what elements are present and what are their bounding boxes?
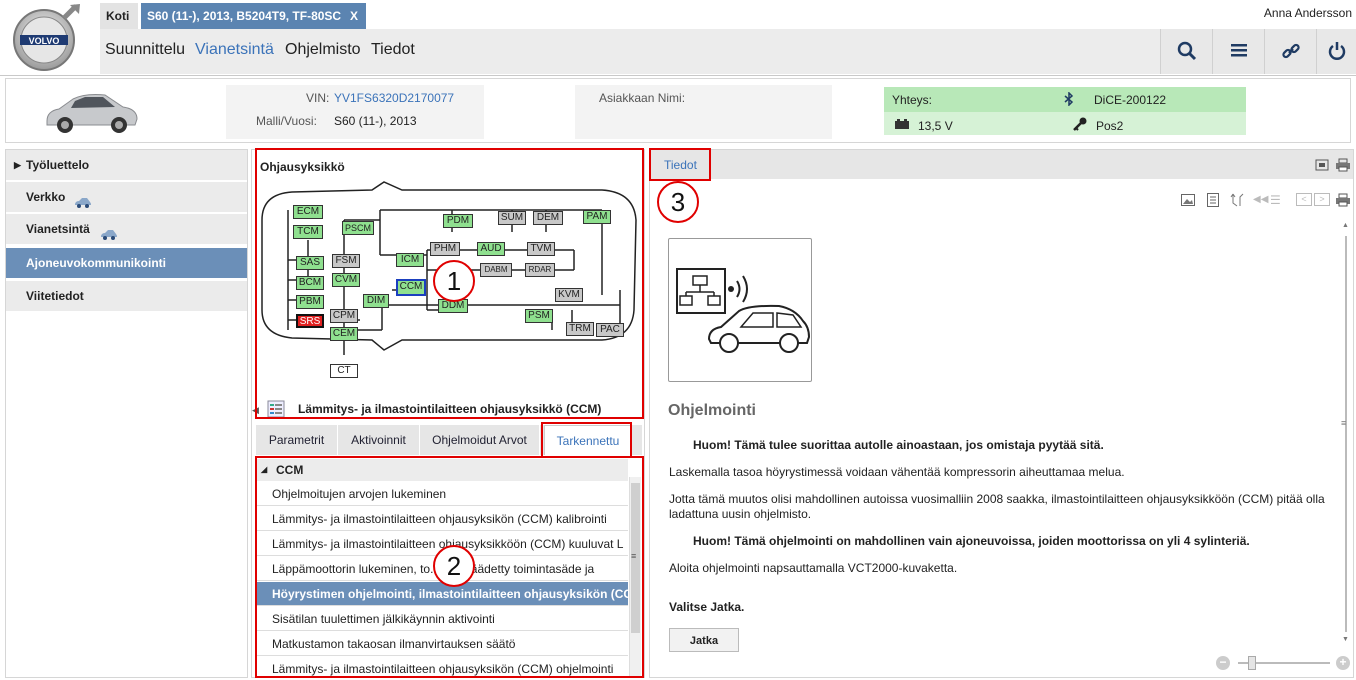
vin-value[interactable]: YV1FS6320D2170077 xyxy=(334,91,454,105)
connection-device: DiCE-200122 xyxy=(1094,93,1167,107)
nav-label: Viitetiedot xyxy=(26,289,84,303)
screenshot-icon[interactable] xyxy=(1315,158,1329,174)
car-image xyxy=(41,89,141,135)
power-icon xyxy=(1328,42,1346,60)
key-icon xyxy=(1072,117,1088,134)
list-icon xyxy=(1231,44,1247,57)
info-scrollbar-track[interactable] xyxy=(1345,236,1347,632)
nav-verkko[interactable]: Verkko xyxy=(6,182,247,213)
connection-box: Yhteys: DiCE-200122 13,5 V Pos2 xyxy=(884,87,1246,135)
battery-icon xyxy=(894,118,910,133)
menu-tiedot[interactable]: Tiedot xyxy=(371,41,415,59)
first-page-icon[interactable]: ◀◀ xyxy=(1253,194,1268,205)
caret-right-icon: ▶ xyxy=(14,160,21,170)
nav-viitetiedot[interactable]: Viitetiedot xyxy=(6,281,247,312)
expand-icon[interactable] xyxy=(1230,193,1244,210)
print-doc-icon[interactable] xyxy=(1335,193,1351,210)
tab-parametrit[interactable]: Parametrit xyxy=(256,425,338,455)
nav-tyoluettelo[interactable]: ▶ Työluettelo xyxy=(6,150,247,181)
menu-ohjelmisto[interactable]: Ohjelmisto xyxy=(285,41,361,59)
vehicle-info-bar: VIN: YV1FS6320D2170077 Malli/Vuosi: S60 … xyxy=(5,78,1351,143)
tab-vehicle-label: S60 (11-), 2013, B5204T9, TF-80SC xyxy=(147,9,342,23)
nav-label: Verkko xyxy=(26,190,66,204)
main-menu: Suunnittelu Vianetsintä Ohjelmisto Tiedo… xyxy=(100,29,1160,74)
model-value: S60 (11-), 2013 xyxy=(334,114,417,128)
zoom-slider-handle[interactable] xyxy=(1248,656,1256,670)
nav-ajoneuvokommunikointi[interactable]: Ajoneuvokommunikointi xyxy=(6,248,247,279)
nav-label: Ajoneuvokommunikointi xyxy=(26,256,167,270)
menu-suunnittelu[interactable]: Suunnittelu xyxy=(105,41,185,59)
nav-vianetsinta[interactable]: Vianetsintä xyxy=(6,214,247,245)
customer-label: Asiakkaan Nimi: xyxy=(599,91,686,105)
info-heading: Ohjelmointi xyxy=(668,402,756,419)
grip-icon: ≡ xyxy=(1341,418,1347,428)
bluetooth-icon xyxy=(1064,91,1074,109)
zoom-in-icon[interactable]: + xyxy=(1336,656,1350,670)
user-name[interactable]: Anna Andersson xyxy=(1264,6,1352,20)
info-paragraph-2: Jotta tämä muutos olisi mahdollinen auto… xyxy=(669,492,1325,521)
nav-label: Työluettelo xyxy=(26,158,90,172)
annotation-marker-2: 2 xyxy=(433,545,475,587)
logo-text: VOLVO xyxy=(29,36,60,46)
continue-button[interactable]: Jatka xyxy=(669,628,739,652)
scroll-up-icon[interactable]: ▲ xyxy=(1342,222,1349,229)
search-button[interactable] xyxy=(1160,29,1212,74)
customer-box: Asiakkaan Nimi: xyxy=(575,85,832,139)
close-icon[interactable]: X xyxy=(350,3,358,29)
tab-ohjelmoidut-arvot[interactable]: Ohjelmoidut Arvot xyxy=(420,425,540,455)
annotation-box-tab xyxy=(541,422,632,458)
list-button[interactable] xyxy=(1212,29,1264,74)
vin-label: VIN: xyxy=(306,91,330,105)
volvo-logo: VOLVO xyxy=(10,4,82,72)
nav-label: Vianetsintä xyxy=(26,222,90,236)
prev-page-icon[interactable]: < xyxy=(1296,193,1312,206)
power-button[interactable] xyxy=(1316,29,1356,74)
next-page-icon[interactable]: > xyxy=(1314,193,1330,206)
connection-label: Yhteys: xyxy=(892,93,933,107)
search-icon xyxy=(1177,41,1197,61)
link-icon xyxy=(1282,43,1300,59)
annotation-marker-3: 3 xyxy=(657,181,699,223)
info-paragraph-1: Laskemalla tasoa höyrystimessä voidaan v… xyxy=(669,465,1125,479)
print-icon[interactable] xyxy=(1335,158,1351,175)
next-step-label: Valitse Jatka. xyxy=(669,600,745,614)
left-nav: ▶ Työluettelo Verkko Vianetsintä Ajoneuv… xyxy=(5,149,248,678)
zoom-out-icon[interactable]: − xyxy=(1216,656,1230,670)
model-label: Malli/Vuosi: xyxy=(256,114,317,128)
document-icon[interactable] xyxy=(1207,193,1219,210)
annotation-marker-1: 1 xyxy=(433,260,475,302)
voltage-value: 13,5 V xyxy=(918,119,953,133)
vct2000-icon[interactable] xyxy=(668,238,812,382)
warning-text-1: Huom! Tämä tulee suorittaa autolle ainoa… xyxy=(693,438,1104,452)
tab-aktivoinnit[interactable]: Aktivoinnit xyxy=(338,425,420,455)
info-tab-bar: Tiedot xyxy=(650,150,1353,179)
info-paragraph-3: Aloita ohjelmointi napsauttamalla VCT200… xyxy=(669,561,958,575)
key-position: Pos2 xyxy=(1096,119,1124,133)
toc-icon[interactable]: ☰ xyxy=(1270,193,1281,207)
tab-vehicle[interactable]: S60 (11-), 2013, B5204T9, TF-80SC X xyxy=(141,3,366,29)
menu-vianetsinta[interactable]: Vianetsintä xyxy=(195,41,274,59)
link-button[interactable] xyxy=(1264,29,1316,74)
scroll-down-icon[interactable]: ▼ xyxy=(1342,636,1349,643)
top-bar: VOLVO Koti S60 (11-), 2013, B5204T9, TF-… xyxy=(0,0,1356,76)
warning-text-2: Huom! Tämä ohjelmointi on mahdollinen va… xyxy=(693,534,1250,548)
info-scrollbar[interactable]: ▲ ≡ ▼ xyxy=(1340,222,1352,650)
info-panel: Tiedot ◀◀ ☰ < > Ohjelmointi Huom! Tämä t… xyxy=(649,149,1354,678)
tab-home[interactable]: Koti xyxy=(100,3,138,29)
vin-box: VIN: YV1FS6320D2170077 Malli/Vuosi: S60 … xyxy=(226,85,484,139)
annotation-box-3 xyxy=(649,148,711,181)
image-icon[interactable] xyxy=(1181,194,1195,209)
